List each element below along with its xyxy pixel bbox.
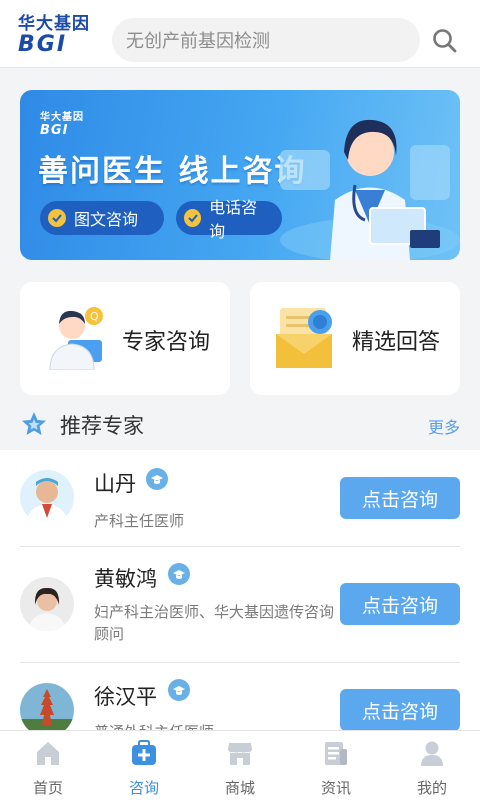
- expert-title: 普通外科主任医师: [94, 721, 344, 730]
- nav-news[interactable]: 资讯: [288, 731, 384, 800]
- consult-banner[interactable]: 华大基因 BGI 善问医生 线上咨询 图文咨询 电话咨询: [20, 90, 460, 260]
- news-icon: [325, 742, 347, 765]
- certificate-icon: [276, 308, 332, 368]
- card-label: 专家咨询: [122, 330, 211, 355]
- nav-label: 咨询: [128, 779, 159, 797]
- svg-text:Q: Q: [90, 310, 99, 323]
- nav-label: 商城: [224, 779, 255, 797]
- verified-badge-icon: [168, 679, 190, 701]
- selected-answers-card[interactable]: 精选回答: [250, 282, 460, 395]
- consult-button[interactable]: 点击咨询: [340, 689, 460, 730]
- logo-en: BGI: [18, 32, 68, 57]
- doctor-icon: Q: [49, 307, 103, 370]
- nav-consult[interactable]: 咨询: [96, 731, 192, 800]
- nav-store[interactable]: 商城: [192, 731, 288, 800]
- avatar: [20, 683, 74, 730]
- medical-kit-icon: [132, 740, 156, 765]
- search-placeholder: 无创产前基因检测: [126, 31, 270, 52]
- expert-list: 山丹 产科主任医师 点击咨询 黄敏鸿 妇产科主治医师、华大基因遗传咨询顾问 点击…: [0, 450, 480, 730]
- verified-badge-icon: [146, 468, 168, 490]
- star-icon: [22, 412, 46, 435]
- check-icon: [184, 209, 202, 227]
- store-icon: [228, 743, 252, 765]
- graphic-consult-pill[interactable]: 图文咨询: [40, 201, 164, 235]
- avatar: [20, 577, 74, 631]
- pill-label: 图文咨询: [74, 210, 139, 229]
- nav-mine[interactable]: 我的: [384, 731, 480, 800]
- user-icon: [421, 741, 443, 766]
- nav-label: 我的: [416, 779, 447, 797]
- bgi-logo[interactable]: 华大基因 BGI: [18, 14, 100, 58]
- expert-title: 产科主任医师: [94, 512, 185, 530]
- nav-home[interactable]: 首页: [0, 731, 96, 800]
- list-item[interactable]: 黄敏鸿 妇产科主治医师、华大基因遗传咨询顾问 点击咨询: [20, 547, 460, 662]
- section-title: 推荐专家: [60, 414, 144, 438]
- recommended-experts-header: 推荐专家 更多: [0, 400, 480, 448]
- nav-label: 资讯: [320, 779, 351, 797]
- list-item[interactable]: 山丹 产科主任医师 点击咨询: [20, 450, 460, 546]
- list-item[interactable]: 徐汉平 普通外科主任医师 点击咨询: [20, 663, 460, 730]
- expert-name: 山丹: [94, 472, 136, 496]
- card-label: 精选回答: [352, 330, 441, 355]
- bottom-nav: 首页 咨询 商城 资讯 我的: [0, 730, 480, 800]
- consult-button[interactable]: 点击咨询: [340, 583, 460, 625]
- consult-button[interactable]: 点击咨询: [340, 477, 460, 519]
- expert-name: 黄敏鸿: [94, 567, 157, 591]
- top-header: 华大基因 BGI 无创产前基因检测: [0, 0, 480, 68]
- nav-label: 首页: [32, 779, 63, 797]
- doctor-illustration: [280, 119, 460, 260]
- search-input[interactable]: 无创产前基因检测: [112, 18, 420, 62]
- logo-cn: 华大基因: [18, 14, 90, 34]
- more-link[interactable]: 更多: [428, 414, 460, 438]
- check-icon: [48, 209, 66, 227]
- search-icon: [433, 29, 457, 53]
- avatar: [20, 470, 74, 524]
- home-icon: [37, 742, 59, 765]
- search-button[interactable]: [430, 26, 460, 56]
- verified-badge-icon: [168, 563, 190, 585]
- banner-logo-cn: 华大基因: [40, 112, 84, 123]
- banner-logo-en: BGI: [40, 123, 69, 138]
- expert-name: 徐汉平: [94, 685, 157, 709]
- expert-title: 妇产科主治医师、华大基因遗传咨询顾问: [94, 603, 335, 643]
- expert-consult-card[interactable]: Q 专家咨询: [20, 282, 230, 395]
- banner-logo: 华大基因 BGI: [40, 108, 84, 138]
